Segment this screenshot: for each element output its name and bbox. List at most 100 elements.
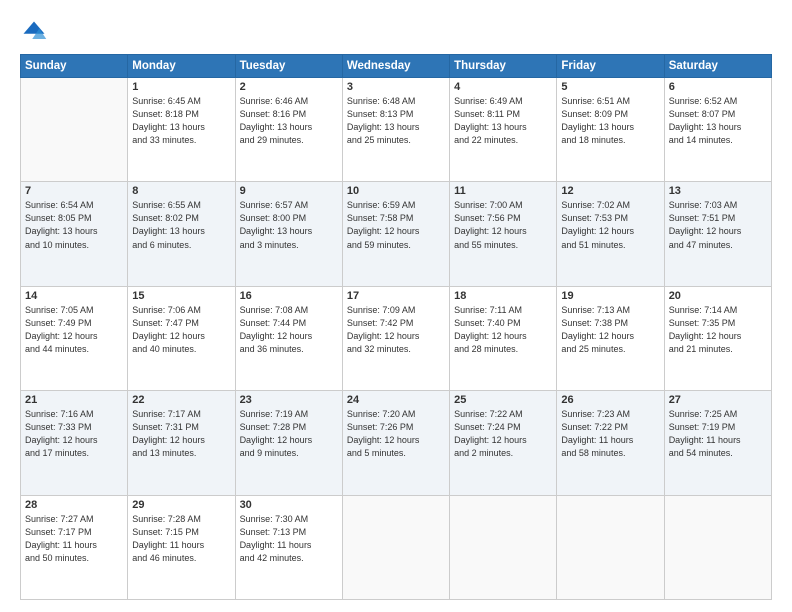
calendar-cell: 3 Sunrise: 6:48 AMSunset: 8:13 PMDaylight… [342,78,449,182]
week-row-3: 14 Sunrise: 7:05 AMSunset: 7:49 PMDayligh… [21,286,772,390]
day-number: 30 [240,499,338,511]
weekday-header-tuesday: Tuesday [235,55,342,78]
day-info: Sunrise: 6:54 AMSunset: 8:05 PMDaylight:… [25,199,123,251]
calendar-cell: 14 Sunrise: 7:05 AMSunset: 7:49 PMDayligh… [21,286,128,390]
calendar-cell: 26 Sunrise: 7:23 AMSunset: 7:22 PMDayligh… [557,391,664,495]
calendar-cell: 5Sunrise: 6:51 AMSunset: 8:09 PMDaylight… [557,78,664,182]
day-info: Sunrise: 6:59 AMSunset: 7:58 PMDaylight:… [347,199,445,251]
day-number: 6 [669,81,767,93]
calendar-cell: 28 Sunrise: 7:27 AMSunset: 7:17 PMDayligh… [21,495,128,599]
calendar-cell: 18 Sunrise: 7:11 AMSunset: 7:40 PMDayligh… [450,286,557,390]
day-info: Sunrise: 7:03 AMSunset: 7:51 PMDaylight:… [669,199,767,251]
weekday-header-sunday: Sunday [21,55,128,78]
day-info: Sunrise: 6:49 AMSunset: 8:11 PMDaylight:… [454,95,552,147]
calendar-cell: 8 Sunrise: 6:55 AMSunset: 8:02 PMDaylight… [128,182,235,286]
day-info: Sunrise: 7:23 AMSunset: 7:22 PMDaylight:… [561,408,659,460]
day-number: 26 [561,394,659,406]
day-number: 10 [347,185,445,197]
calendar-cell: 25Sunrise: 7:22 AMSunset: 7:24 PMDayligh… [450,391,557,495]
day-number: 5 [561,81,659,93]
day-number: 13 [669,185,767,197]
day-number: 16 [240,290,338,302]
week-row-1: 1 Sunrise: 6:45 AMSunset: 8:18 PMDaylight… [21,78,772,182]
day-number: 4 [454,81,552,93]
day-info: Sunrise: 6:52 AMSunset: 8:07 PMDaylight:… [669,95,767,147]
calendar-cell: 16 Sunrise: 7:08 AMSunset: 7:44 PMDayligh… [235,286,342,390]
day-info: Sunrise: 7:30 AMSunset: 7:13 PMDaylight:… [240,513,338,565]
day-number: 1 [132,81,230,93]
day-info: Sunrise: 7:20 AMSunset: 7:26 PMDaylight:… [347,408,445,460]
calendar-cell: 17 Sunrise: 7:09 AMSunset: 7:42 PMDayligh… [342,286,449,390]
page: SundayMondayTuesdayWednesdayThursdayFrid… [0,0,792,612]
calendar-cell: 24Sunrise: 7:20 AMSunset: 7:26 PMDayligh… [342,391,449,495]
calendar-cell: 2 Sunrise: 6:46 AMSunset: 8:16 PMDaylight… [235,78,342,182]
week-row-2: 7 Sunrise: 6:54 AMSunset: 8:05 PMDaylight… [21,182,772,286]
day-number: 2 [240,81,338,93]
day-number: 18 [454,290,552,302]
calendar-table: SundayMondayTuesdayWednesdayThursdayFrid… [20,54,772,600]
weekday-header-wednesday: Wednesday [342,55,449,78]
calendar-cell: 27 Sunrise: 7:25 AMSunset: 7:19 PMDayligh… [664,391,771,495]
calendar-cell [664,495,771,599]
calendar-cell: 13 Sunrise: 7:03 AMSunset: 7:51 PMDayligh… [664,182,771,286]
day-number: 29 [132,499,230,511]
day-info: Sunrise: 7:13 AMSunset: 7:38 PMDaylight:… [561,304,659,356]
day-info: Sunrise: 7:11 AMSunset: 7:40 PMDaylight:… [454,304,552,356]
day-number: 25 [454,394,552,406]
day-info: Sunrise: 7:25 AMSunset: 7:19 PMDaylight:… [669,408,767,460]
day-info: Sunrise: 6:45 AMSunset: 8:18 PMDaylight:… [132,95,230,147]
day-info: Sunrise: 7:02 AMSunset: 7:53 PMDaylight:… [561,199,659,251]
day-info: Sunrise: 7:16 AMSunset: 7:33 PMDaylight:… [25,408,123,460]
day-info: Sunrise: 7:09 AMSunset: 7:42 PMDaylight:… [347,304,445,356]
day-number: 27 [669,394,767,406]
day-info: Sunrise: 7:19 AMSunset: 7:28 PMDaylight:… [240,408,338,460]
logo-icon [20,18,48,46]
week-row-4: 21 Sunrise: 7:16 AMSunset: 7:33 PMDayligh… [21,391,772,495]
day-info: Sunrise: 6:46 AMSunset: 8:16 PMDaylight:… [240,95,338,147]
day-number: 11 [454,185,552,197]
calendar-cell: 4 Sunrise: 6:49 AMSunset: 8:11 PMDaylight… [450,78,557,182]
day-number: 3 [347,81,445,93]
day-info: Sunrise: 7:28 AMSunset: 7:15 PMDaylight:… [132,513,230,565]
day-number: 28 [25,499,123,511]
day-number: 17 [347,290,445,302]
calendar-cell: 23 Sunrise: 7:19 AMSunset: 7:28 PMDayligh… [235,391,342,495]
calendar-cell: 10 Sunrise: 6:59 AMSunset: 7:58 PMDayligh… [342,182,449,286]
day-info: Sunrise: 6:48 AMSunset: 8:13 PMDaylight:… [347,95,445,147]
calendar-cell [342,495,449,599]
day-info: Sunrise: 6:57 AMSunset: 8:00 PMDaylight:… [240,199,338,251]
calendar-cell: 1 Sunrise: 6:45 AMSunset: 8:18 PMDaylight… [128,78,235,182]
day-number: 12 [561,185,659,197]
calendar-cell [21,78,128,182]
weekday-header-thursday: Thursday [450,55,557,78]
day-number: 7 [25,185,123,197]
day-number: 9 [240,185,338,197]
calendar-cell: 22 Sunrise: 7:17 AMSunset: 7:31 PMDayligh… [128,391,235,495]
day-number: 19 [561,290,659,302]
day-number: 23 [240,394,338,406]
day-number: 8 [132,185,230,197]
day-number: 22 [132,394,230,406]
header [20,18,772,46]
calendar-cell: 19 Sunrise: 7:13 AMSunset: 7:38 PMDayligh… [557,286,664,390]
calendar-cell: 6 Sunrise: 6:52 AMSunset: 8:07 PMDaylight… [664,78,771,182]
day-number: 14 [25,290,123,302]
day-info: Sunrise: 7:05 AMSunset: 7:49 PMDaylight:… [25,304,123,356]
day-info: Sunrise: 7:17 AMSunset: 7:31 PMDaylight:… [132,408,230,460]
calendar-cell: 12 Sunrise: 7:02 AMSunset: 7:53 PMDayligh… [557,182,664,286]
calendar-cell: 29 Sunrise: 7:28 AMSunset: 7:15 PMDayligh… [128,495,235,599]
day-info: Sunrise: 6:55 AMSunset: 8:02 PMDaylight:… [132,199,230,251]
day-number: 15 [132,290,230,302]
calendar-cell: 11 Sunrise: 7:00 AMSunset: 7:56 PMDayligh… [450,182,557,286]
day-info: Sunrise: 7:08 AMSunset: 7:44 PMDaylight:… [240,304,338,356]
logo [20,18,52,46]
calendar-cell: 21 Sunrise: 7:16 AMSunset: 7:33 PMDayligh… [21,391,128,495]
day-info: Sunrise: 7:06 AMSunset: 7:47 PMDaylight:… [132,304,230,356]
day-number: 21 [25,394,123,406]
weekday-header-monday: Monday [128,55,235,78]
day-info: Sunrise: 7:27 AMSunset: 7:17 PMDaylight:… [25,513,123,565]
day-info: Sunrise: 7:00 AMSunset: 7:56 PMDaylight:… [454,199,552,251]
day-info: Sunrise: 7:14 AMSunset: 7:35 PMDaylight:… [669,304,767,356]
calendar-cell: 9 Sunrise: 6:57 AMSunset: 8:00 PMDaylight… [235,182,342,286]
calendar-cell: 30 Sunrise: 7:30 AMSunset: 7:13 PMDayligh… [235,495,342,599]
